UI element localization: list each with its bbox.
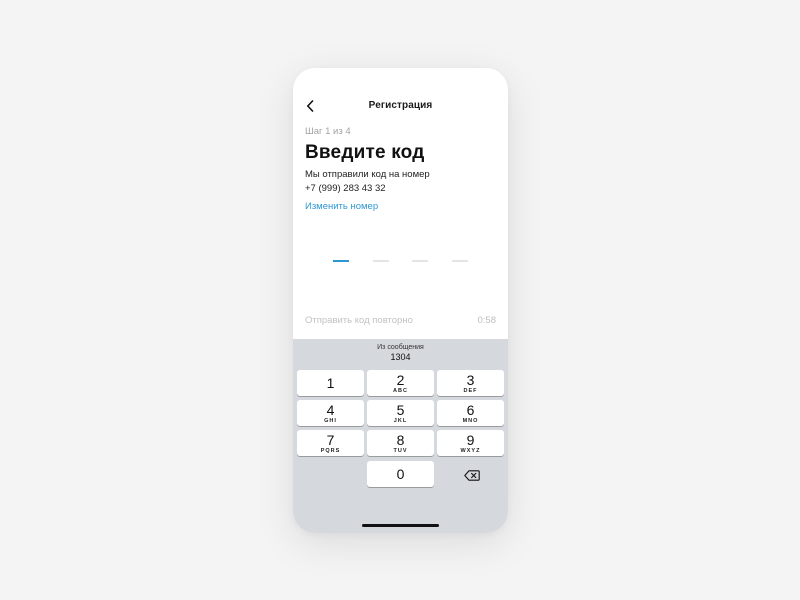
- key-6[interactable]: 6 MNO: [437, 400, 504, 426]
- key-digit: 2: [396, 372, 405, 388]
- key-digit: 4: [326, 402, 335, 418]
- sms-code-suggestion[interactable]: Из сообщения 1304: [293, 343, 508, 363]
- navigation-bar: Регистрация: [293, 96, 508, 116]
- key-letters: MNO: [462, 418, 479, 424]
- nav-title: Регистрация: [368, 100, 433, 111]
- key-letters: TUV: [393, 448, 408, 454]
- key-7[interactable]: 7 PQRS: [297, 430, 364, 456]
- backspace-icon: [463, 469, 480, 481]
- key-digit: 3: [466, 372, 475, 388]
- screenshot-background: Регистрация Шаг 1 из 4 Введите код Мы от…: [0, 0, 800, 600]
- key-digit: 7: [326, 432, 335, 448]
- suggestion-code: 1304: [390, 352, 411, 362]
- key-letters: PQRS: [320, 448, 341, 454]
- phone-number: +7 (999) 283 43 32: [305, 182, 386, 194]
- key-letters: JKL: [393, 418, 408, 424]
- code-slot-4[interactable]: [452, 260, 468, 262]
- key-2[interactable]: 2 ABC: [367, 370, 434, 396]
- suggestion-label: Из сообщения: [377, 344, 424, 351]
- backspace-button[interactable]: [438, 462, 505, 488]
- key-0[interactable]: 0: [367, 461, 434, 487]
- key-letters: ABC: [393, 388, 408, 394]
- key-9[interactable]: 9 WXYZ: [437, 430, 504, 456]
- code-input[interactable]: [333, 260, 473, 264]
- code-slot-2[interactable]: [373, 260, 389, 262]
- resend-code-button[interactable]: Отправить код повторно: [305, 315, 413, 326]
- phone-screen: Регистрация Шаг 1 из 4 Введите код Мы от…: [293, 68, 508, 533]
- home-indicator[interactable]: [362, 524, 439, 527]
- page-heading: Введите код: [305, 142, 425, 163]
- key-letters: WXYZ: [460, 448, 481, 454]
- code-slot-1[interactable]: [333, 260, 349, 262]
- step-indicator: Шаг 1 из 4: [305, 126, 351, 137]
- change-number-link[interactable]: Изменить номер: [305, 201, 378, 212]
- key-3[interactable]: 3 DEF: [437, 370, 504, 396]
- key-digit: 8: [396, 432, 405, 448]
- key-digit: 5: [396, 402, 405, 418]
- code-sent-message: Мы отправили код на номер +7 (999) 283 4…: [305, 168, 430, 195]
- resend-timer: 0:58: [477, 315, 497, 326]
- key-8[interactable]: 8 TUV: [367, 430, 434, 456]
- code-sent-text: Мы отправили код на номер: [305, 169, 430, 180]
- key-digit: 1: [326, 374, 335, 391]
- key-digit: 0: [396, 465, 405, 482]
- key-5[interactable]: 5 JKL: [367, 400, 434, 426]
- key-letters: DEF: [463, 388, 478, 394]
- key-digit: 9: [466, 432, 475, 448]
- key-letters: GHI: [324, 418, 337, 424]
- numeric-keyboard: Из сообщения 1304 1 2 ABC 3 DEF 4 GHI 5: [293, 339, 508, 533]
- key-digit: 6: [466, 402, 475, 418]
- code-slot-3[interactable]: [412, 260, 428, 262]
- key-1[interactable]: 1: [297, 370, 364, 396]
- key-4[interactable]: 4 GHI: [297, 400, 364, 426]
